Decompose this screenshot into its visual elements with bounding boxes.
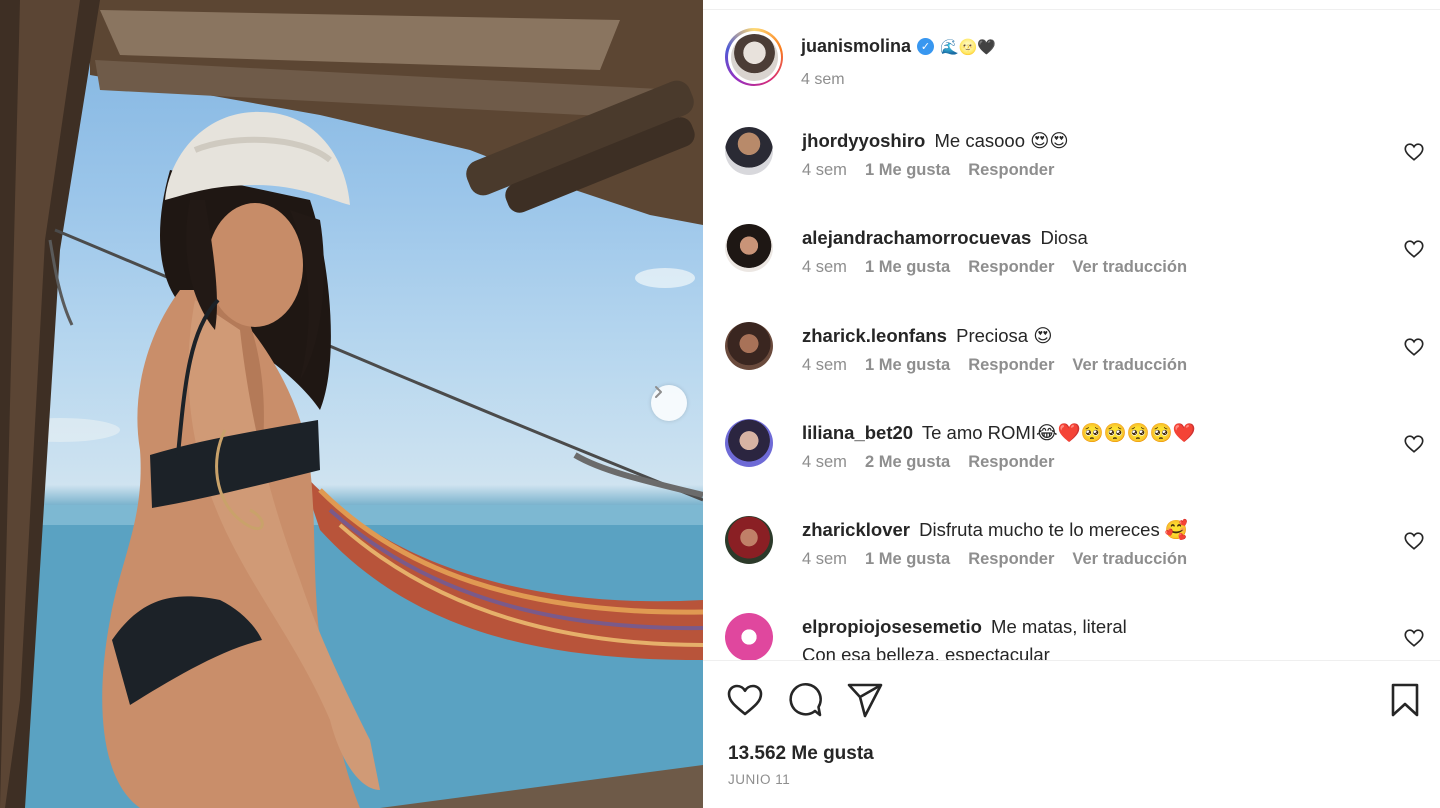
comment-text: Diosa [1040,227,1088,249]
comment-likes[interactable]: 1 Me gusta [865,356,950,375]
commenter-username[interactable]: jhordyyoshiro [802,130,925,151]
heart-icon[interactable] [1403,433,1425,455]
commenter-username[interactable]: alejandrachamorrocuevas [802,227,1031,248]
reply-button[interactable]: Responder [968,453,1054,472]
comment-item: zharick.leonfans Preciosa 😍 4 sem 1 Me g… [725,320,1425,417]
reply-button[interactable]: Responder [968,550,1054,569]
comment-time[interactable]: 4 sem [802,258,847,277]
commenter-avatar[interactable] [725,418,773,467]
bookmark-save-icon[interactable] [1385,680,1425,720]
comment-item: alejandrachamorrocuevas Diosa 4 sem 1 Me… [725,222,1425,319]
reply-button[interactable]: Responder [968,161,1054,180]
chevron-right-icon [655,386,662,398]
comment-text: Te amo ROMI😂❤️🥺🥺🥺🥺❤️ [921,421,1196,443]
commenter-avatar[interactable] [725,516,773,565]
commenter-username[interactable]: zharicklover [802,519,910,540]
comment-text: Me matas, literal [991,616,1127,638]
reply-button[interactable]: Responder [968,356,1054,375]
owner-story-ring[interactable] [725,28,783,86]
comments-list[interactable]: jhordyyoshiro Me casooo 😍😍 4 sem 1 Me gu… [725,125,1425,660]
heart-icon[interactable] [1403,141,1425,163]
actions-divider [703,660,1440,661]
heart-icon[interactable] [1403,238,1425,260]
comment-time[interactable]: 4 sem [802,550,847,569]
commenter-avatar[interactable] [725,613,773,660]
comment-item: jhordyyoshiro Me casooo 😍😍 4 sem 1 Me gu… [725,125,1425,222]
likes-count[interactable]: 13.562 Me gusta [728,743,874,765]
commenter-avatar[interactable] [725,321,773,370]
comment-item: liliana_bet20 Te amo ROMI😂❤️🥺🥺🥺🥺❤️ 4 sem… [725,417,1425,514]
comment-likes[interactable]: 1 Me gusta [865,258,950,277]
heart-icon[interactable] [1403,627,1425,649]
next-photo-button[interactable] [651,385,687,421]
comment-time[interactable]: 4 sem [802,453,847,472]
top-divider [703,9,1440,10]
post-header: juanismolina ✓ 🌊🌝🖤 4 sem [725,28,996,92]
comment-likes[interactable]: 2 Me gusta [865,453,950,472]
comment-text: Disfruta mucho te lo mereces 🥰 [919,519,1188,541]
owner-bio-emojis: 🌊🌝🖤 [940,38,997,56]
post-date[interactable]: JUNIO 11 [728,772,790,787]
commenter-avatar[interactable] [725,224,773,273]
comment-likes[interactable]: 1 Me gusta [865,550,950,569]
comment-bubble-icon[interactable] [785,680,825,720]
commenter-username[interactable]: zharick.leonfans [802,325,947,346]
share-send-icon[interactable] [845,680,885,720]
post-actions [725,680,1419,722]
owner-username[interactable]: juanismolina [801,36,911,57]
comment-likes[interactable]: 1 Me gusta [865,161,950,180]
commenter-avatar[interactable] [725,127,773,175]
post-panel: juanismolina ✓ 🌊🌝🖤 4 sem jhordyyoshiro M… [703,0,1440,808]
reply-button[interactable]: Responder [968,258,1054,277]
commenter-username[interactable]: liliana_bet20 [802,422,913,443]
comment-text: Me casooo 😍😍 [934,130,1069,151]
post-time[interactable]: 4 sem [801,71,996,89]
translate-button[interactable]: Ver traducción [1072,258,1187,277]
post-photo[interactable] [0,0,703,808]
translate-button[interactable]: Ver traducción [1072,550,1187,569]
commenter-username[interactable]: elpropiojosesemetio [802,616,982,637]
comment-item: elpropiojosesemetio Me matas, literal Co… [725,611,1425,660]
like-heart-icon[interactable] [725,680,765,720]
comment-item: zharicklover Disfruta mucho te lo merece… [725,514,1425,611]
comment-time[interactable]: 4 sem [802,161,847,180]
comment-time[interactable]: 4 sem [802,356,847,375]
comment-text-continued: Con esa belleza, espectacular [802,644,1050,660]
owner-avatar[interactable] [730,33,778,81]
verified-badge-icon: ✓ [917,38,935,55]
translate-button[interactable]: Ver traducción [1072,356,1187,375]
photo-scene [0,0,703,808]
heart-icon[interactable] [1403,530,1425,552]
comment-text: Preciosa 😍 [956,324,1053,346]
heart-icon[interactable] [1403,336,1425,358]
